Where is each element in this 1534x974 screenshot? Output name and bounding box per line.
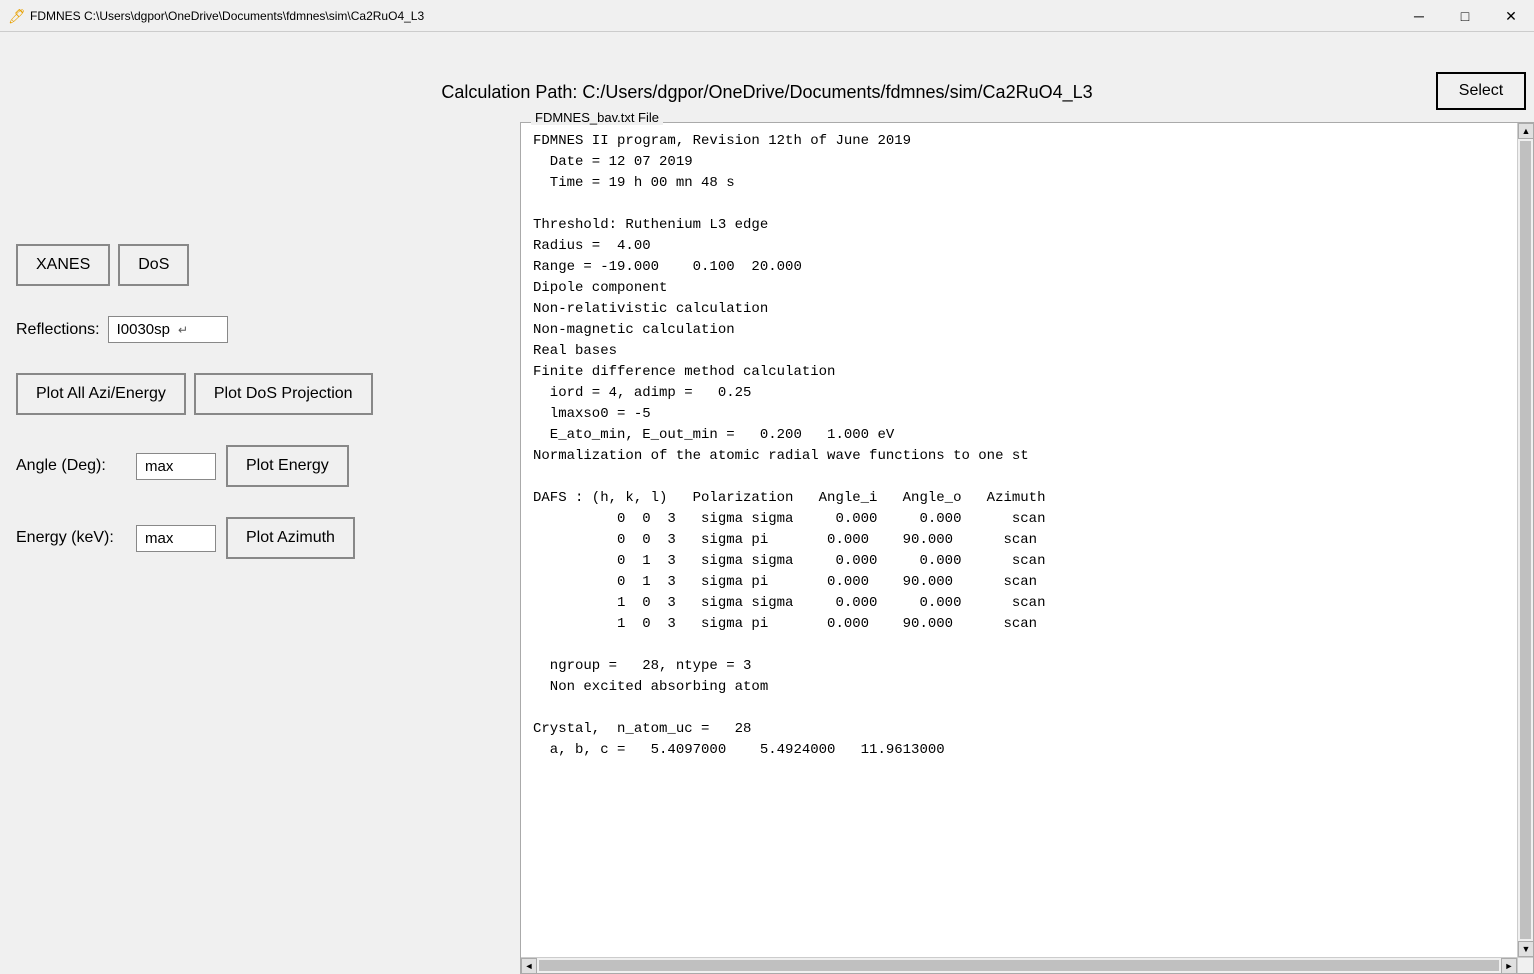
energy-label: Energy (keV): (16, 529, 126, 547)
titlebar-title: FDMNES C:\Users\dgpor\OneDrive\Documents… (30, 9, 424, 23)
titlebar: 🖊 FDMNES C:\Users\dgpor\OneDrive\Documen… (0, 0, 1534, 32)
reflections-arrow-icon: ↵ (178, 323, 188, 337)
angle-input[interactable] (136, 453, 216, 480)
plot-energy-button[interactable]: Plot Energy (226, 445, 349, 487)
app-icon: 🖊 (8, 8, 24, 24)
calc-path-area: Calculation Path: C:/Users/dgpor/OneDriv… (0, 64, 1534, 111)
energy-row: Energy (keV): Plot Azimuth (16, 517, 504, 559)
reflections-label: Reflections: (16, 321, 100, 339)
reflections-dropdown[interactable]: I0030sp ↵ (108, 316, 228, 343)
select-button[interactable]: Select (1436, 72, 1526, 110)
scrollbar-horizontal[interactable]: ◄ ► (521, 957, 1517, 973)
plot-azimuth-button[interactable]: Plot Azimuth (226, 517, 355, 559)
select-button-container: Select (1428, 64, 1534, 118)
xanes-dos-row: XANES DoS (16, 244, 504, 286)
scrollbar-vertical[interactable]: ▲ ▼ (1517, 123, 1533, 957)
xanes-button[interactable]: XANES (16, 244, 110, 286)
window-controls: ─ □ ✕ (1396, 0, 1534, 32)
main-content: Calculation Path: C:/Users/dgpor/OneDriv… (0, 32, 1534, 974)
energy-input[interactable] (136, 525, 216, 552)
scroll-thumb-vertical[interactable] (1520, 141, 1531, 939)
plot-dos-projection-button[interactable]: Plot DoS Projection (194, 373, 373, 415)
scroll-up-arrow[interactable]: ▲ (1518, 123, 1534, 139)
angle-label: Angle (Deg): (16, 457, 126, 475)
plot-all-azi-energy-button[interactable]: Plot All Azi/Energy (16, 373, 186, 415)
reflections-value: I0030sp (117, 321, 170, 338)
file-text-content: FDMNES II program, Revision 12th of June… (521, 123, 1517, 769)
calc-path-label: Calculation Path: C:/Users/dgpor/OneDriv… (441, 82, 1092, 102)
text-content-area[interactable]: FDMNES II program, Revision 12th of June… (521, 123, 1517, 957)
minimize-button[interactable]: ─ (1396, 0, 1442, 32)
file-panel: FDMNES_bav.txt File FDMNES II program, R… (520, 122, 1534, 974)
close-button[interactable]: ✕ (1488, 0, 1534, 32)
dos-button[interactable]: DoS (118, 244, 189, 286)
angle-row: Angle (Deg): Plot Energy (16, 445, 504, 487)
scroll-corner (1517, 957, 1533, 973)
maximize-button[interactable]: □ (1442, 0, 1488, 32)
scroll-thumb-horizontal[interactable] (539, 960, 1499, 971)
scroll-down-arrow[interactable]: ▼ (1518, 941, 1534, 957)
scroll-left-arrow[interactable]: ◄ (521, 958, 537, 974)
scroll-right-arrow[interactable]: ► (1501, 958, 1517, 974)
plot-all-dos-row: Plot All Azi/Energy Plot DoS Projection (16, 373, 504, 415)
reflections-row: Reflections: I0030sp ↵ (16, 316, 504, 343)
